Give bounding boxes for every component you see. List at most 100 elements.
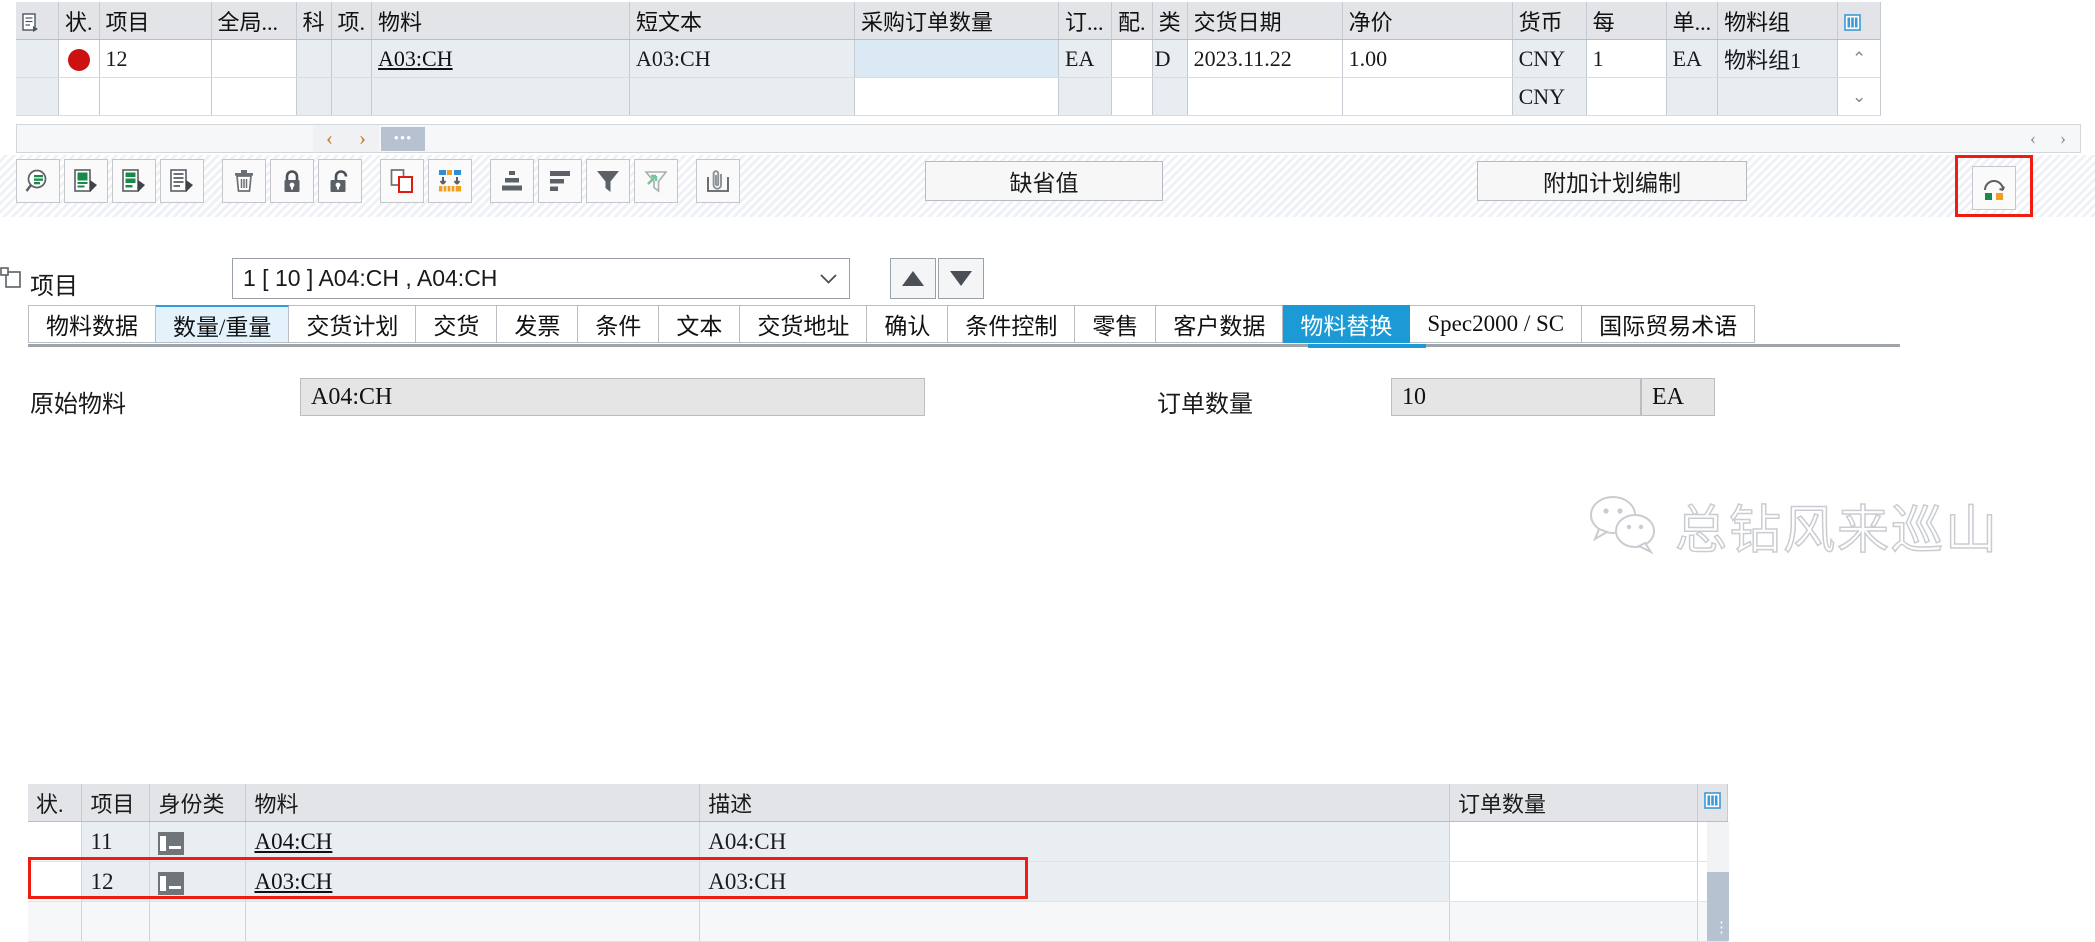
filter-icon[interactable]	[586, 159, 630, 203]
tab-delivery-address[interactable]: 交货地址	[740, 305, 868, 343]
grid-settings-icon[interactable]	[1697, 784, 1729, 822]
tab-material-substitution[interactable]: 物料替换	[1283, 305, 1411, 343]
material-link[interactable]: A03:CH	[378, 46, 453, 71]
material-link[interactable]: A03:CH	[254, 869, 332, 894]
table-row[interactable]: 11 A04:CH A04:CH	[28, 821, 1729, 862]
cell-currency[interactable]: CNY	[1512, 39, 1587, 78]
cell-account[interactable]	[296, 77, 332, 116]
table-row[interactable]: CNY ⌄	[16, 77, 1882, 116]
col-status[interactable]: 状.	[58, 2, 100, 40]
filter-clear-icon[interactable]	[634, 159, 678, 203]
tab-incoterms[interactable]: 国际贸易术语	[1582, 305, 1756, 343]
tab-spec2000-sc[interactable]: Spec2000 / SC	[1410, 305, 1583, 343]
cell-order-quantity[interactable]	[1449, 821, 1698, 862]
insert-row-green-icon[interactable]	[64, 159, 108, 203]
col-net-price[interactable]: 净价	[1342, 2, 1513, 40]
col-short-text[interactable]: 短文本	[629, 2, 856, 40]
cell-material[interactable]	[245, 901, 701, 942]
hscroll-right-button[interactable]: ›	[2048, 126, 2078, 151]
cell-item[interactable]	[99, 77, 212, 116]
insert-line-icon[interactable]	[160, 159, 204, 203]
cell-item[interactable]: 12	[81, 861, 151, 902]
cell-material[interactable]: A04:CH	[245, 821, 701, 862]
col-po-quantity[interactable]: 采购订单数量	[854, 2, 1060, 40]
cell-description[interactable]: A04:CH	[699, 821, 1451, 862]
lock-closed-icon[interactable]	[270, 159, 314, 203]
tab-material-data[interactable]: 物料数据	[28, 305, 156, 343]
scroll-up-icon[interactable]: ⌃	[1837, 39, 1882, 78]
tab-customer-data[interactable]: 客户数据	[1156, 305, 1284, 343]
additional-planning-button[interactable]: 附加计划编制	[1477, 161, 1747, 201]
cell-material[interactable]	[371, 77, 631, 116]
cell-allocation[interactable]	[1111, 77, 1153, 116]
col-item[interactable]: 项目	[81, 784, 151, 822]
col-account[interactable]: 科	[296, 2, 332, 40]
cell-item[interactable]: 12	[99, 39, 212, 78]
detail-tabstrip[interactable]: 物料数据 数量/重量 交货计划 交货 发票 条件 文本 交货地址 确认 条件控制…	[28, 305, 1756, 345]
cell-itm[interactable]	[331, 39, 373, 78]
tab-invoice[interactable]: 发票	[497, 305, 579, 343]
order-quantity-unit-field[interactable]: EA	[1641, 378, 1715, 416]
copy-paste-icon[interactable]	[380, 159, 424, 203]
attachment-icon[interactable]	[696, 159, 740, 203]
item-select[interactable]: 1 [ 10 ] A04:CH , A04:CH	[232, 258, 850, 299]
cell-id-type[interactable]	[149, 901, 247, 942]
cell-per[interactable]	[1586, 77, 1667, 116]
cell-po-quantity[interactable]	[854, 77, 1060, 116]
cell-delivery-date[interactable]	[1187, 77, 1343, 116]
table-row[interactable]: 12 A03:CH A03:CH	[28, 861, 1729, 902]
delete-trash-icon[interactable]	[222, 159, 266, 203]
cell-global[interactable]	[211, 77, 297, 116]
purchase-order-items-grid[interactable]: 状. 项目 全局... 科 项. 物料 短文本 采购订单数量 订... 配. 类…	[16, 2, 2081, 124]
scroll-down-icon[interactable]: ⌄	[1837, 77, 1882, 116]
sort-ascending-icon[interactable]	[490, 159, 534, 203]
material-link[interactable]: A04:CH	[254, 829, 332, 854]
substitution-items-grid[interactable]: 状. 项目 身份类 物料 描述 订单数量 11 A04:CH A04:CH 12…	[28, 784, 1729, 942]
tab-delivery[interactable]: 交货	[416, 305, 498, 343]
cell-delivery-date[interactable]: 2023.11.22	[1187, 39, 1343, 78]
cell-global[interactable]	[211, 39, 297, 78]
item-prev-button[interactable]	[890, 258, 936, 299]
duplicate-row-green-icon[interactable]	[112, 159, 156, 203]
cell-item[interactable]: 11	[81, 821, 151, 862]
col-per[interactable]: 每	[1586, 2, 1667, 40]
default-value-button[interactable]: 缺省值	[925, 161, 1163, 201]
lock-open-icon[interactable]	[318, 159, 362, 203]
scrollbar-thumb[interactable]	[1707, 872, 1729, 941]
col-status[interactable]: 状.	[28, 784, 83, 822]
cell-itm[interactable]	[331, 77, 373, 116]
cell-description[interactable]	[699, 901, 1451, 942]
col-material-group[interactable]: 物料组	[1717, 2, 1839, 40]
chevron-down-icon[interactable]	[807, 259, 849, 298]
col-global[interactable]: 全局...	[211, 2, 297, 40]
table-row[interactable]	[28, 901, 1729, 942]
order-quantity-field[interactable]: 10	[1391, 378, 1641, 416]
cell-po-quantity[interactable]	[854, 39, 1060, 78]
cell-order-unit[interactable]	[1058, 77, 1113, 116]
row-handle[interactable]	[16, 77, 59, 116]
horizontal-scrollbar[interactable]: ‹ ›	[2018, 126, 2078, 151]
cell-short-text[interactable]	[629, 77, 856, 116]
search-detail-icon[interactable]	[16, 159, 60, 203]
col-itm[interactable]: 项.	[331, 2, 373, 40]
item-next-button[interactable]	[938, 258, 984, 299]
cell-description[interactable]: A03:CH	[699, 861, 1451, 902]
row-selector-icon[interactable]	[16, 2, 59, 40]
cell-short-text[interactable]: A03:CH	[629, 39, 856, 78]
col-order-quantity[interactable]: 订单数量	[1449, 784, 1698, 822]
undo-schedule-icon[interactable]	[1972, 166, 2016, 210]
mass-change-icon[interactable]	[428, 159, 472, 203]
grid-settings-icon[interactable]	[1837, 2, 1882, 40]
bottom-grid-vertical-scrollbar[interactable]	[1707, 822, 1729, 941]
cell-id-type[interactable]	[149, 821, 247, 862]
col-id-type[interactable]: 身份类	[149, 784, 247, 822]
col-order-unit[interactable]: 订...	[1058, 2, 1113, 40]
tab-quantity-weight[interactable]: 数量/重量	[156, 305, 290, 343]
cell-unit[interactable]	[1666, 77, 1719, 116]
cell-material-group[interactable]: 物料组1	[1717, 39, 1839, 78]
cell-id-type[interactable]	[149, 861, 247, 902]
cell-allocation[interactable]	[1111, 39, 1153, 78]
col-type[interactable]: 类	[1152, 2, 1188, 40]
cell-order-unit[interactable]: EA	[1058, 39, 1113, 78]
cell-type[interactable]: D	[1152, 39, 1188, 78]
